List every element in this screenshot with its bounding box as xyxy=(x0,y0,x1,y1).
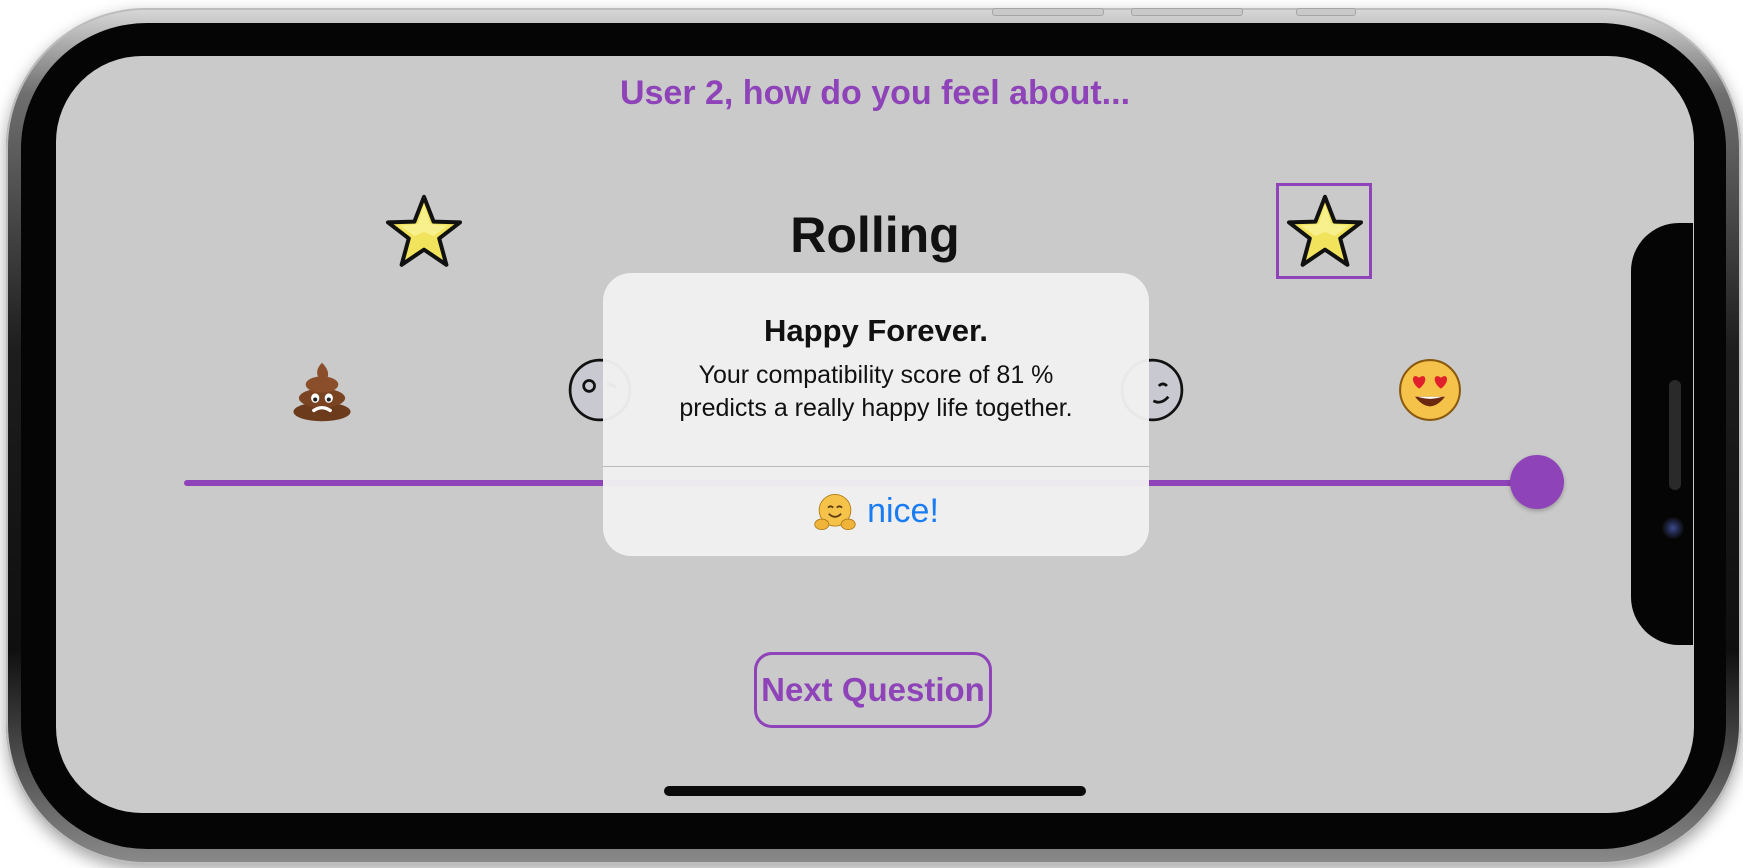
home-indicator[interactable] xyxy=(664,786,1086,796)
alert-message: Your compatibility score of 81 % predict… xyxy=(633,359,1119,425)
earpiece-speaker xyxy=(1669,380,1681,490)
prompt-heading: User 2, how do you feel about... xyxy=(619,74,1131,112)
question-word: Rolling xyxy=(790,207,960,263)
alert-nice-button[interactable]: nice! xyxy=(603,467,1149,556)
heart-eyes-icon xyxy=(1396,356,1464,424)
alert-title: Happy Forever. xyxy=(764,313,988,348)
front-camera xyxy=(1662,517,1684,539)
poop-icon xyxy=(288,356,356,424)
alert-message-line: predicts a really happy life together. xyxy=(679,394,1073,422)
volume-button xyxy=(1131,8,1243,16)
hugging-face-icon xyxy=(813,490,857,534)
star-icon xyxy=(1287,194,1363,267)
mute-switch xyxy=(1296,8,1356,16)
alert-action-label: nice! xyxy=(867,492,939,530)
compatibility-alert: Happy Forever. Your compatibility score … xyxy=(603,273,1149,556)
rating-slider-thumb[interactable] xyxy=(1510,455,1564,509)
alert-message-line: Your compatibility score of 81 % xyxy=(698,361,1054,389)
right-star-button[interactable] xyxy=(1276,183,1372,279)
volume-button xyxy=(992,8,1104,16)
sensor-housing xyxy=(1631,223,1693,645)
next-question-button[interactable]: Next Question xyxy=(754,652,992,728)
